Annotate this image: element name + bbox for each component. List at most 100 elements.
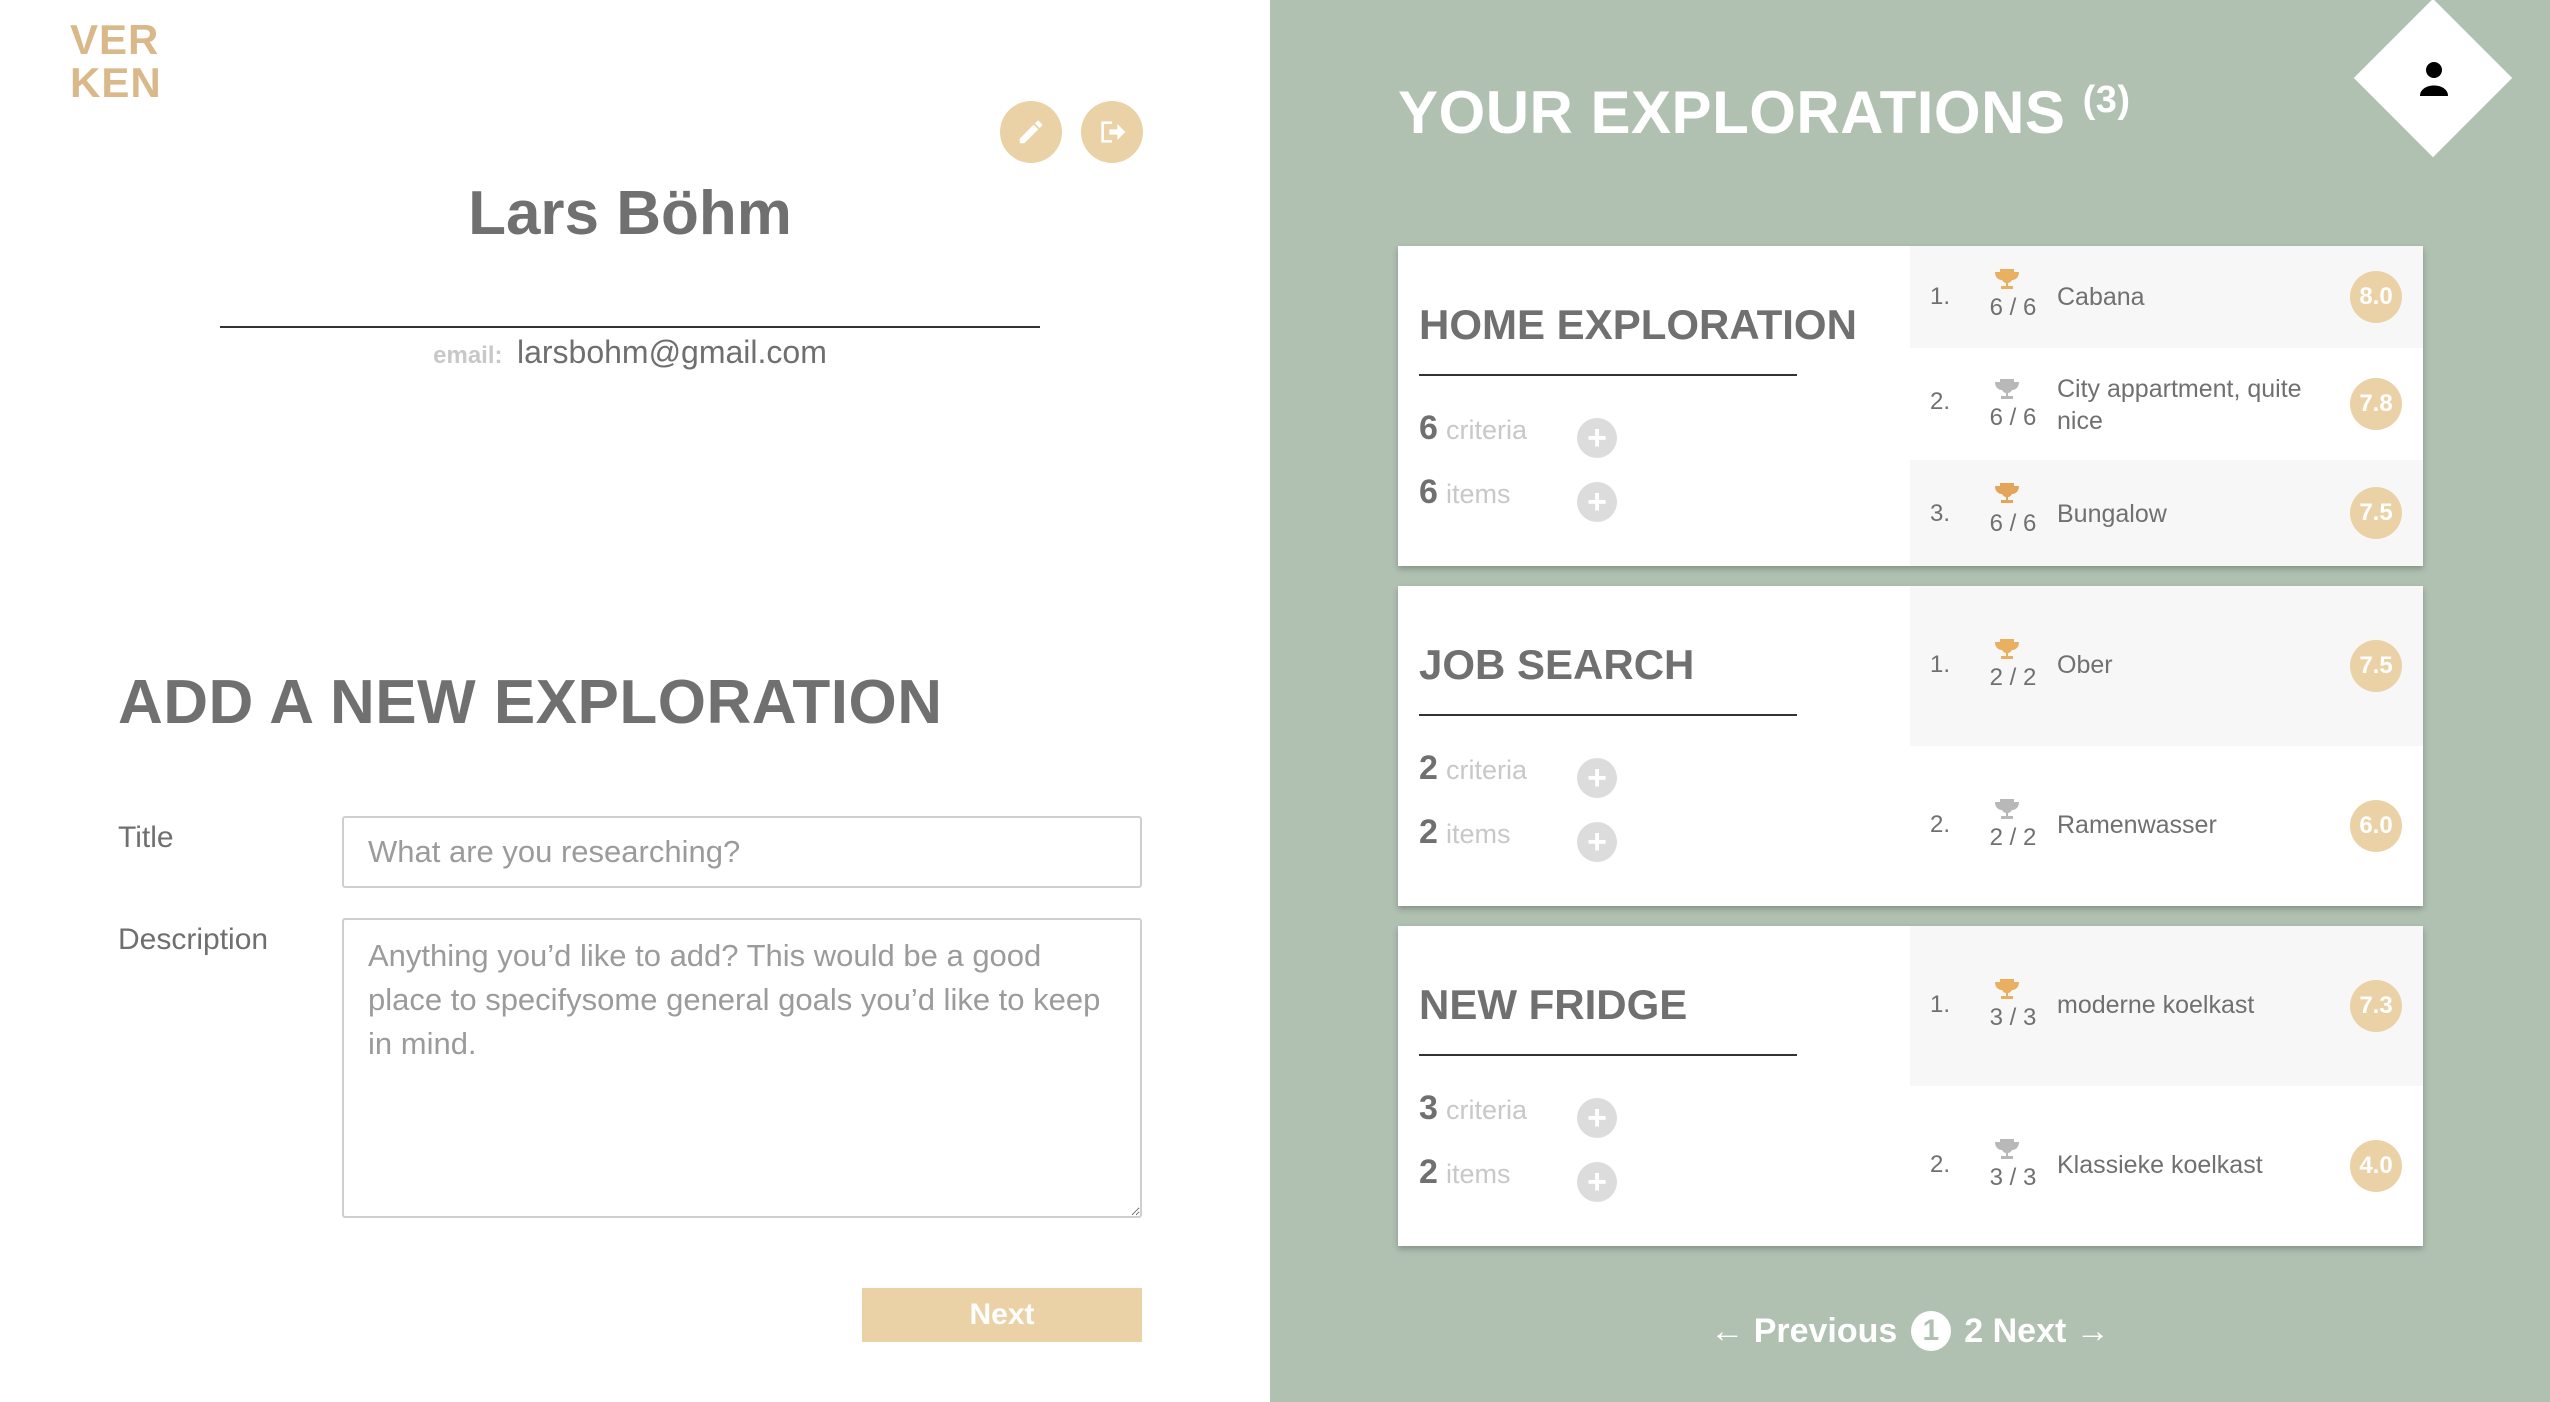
ranking-row[interactable]: 2. 6 / 6 City appartment, quite nice 7.8 — [1910, 348, 2423, 460]
trophy-icon — [1995, 483, 2019, 503]
add-criteria-button[interactable]: + — [1577, 1098, 1617, 1138]
card-title[interactable]: NEW FRIDGE — [1419, 981, 1687, 1029]
items-count: 2 — [1419, 813, 1438, 851]
criteria-score: 2 / 2 — [1989, 664, 2037, 691]
criteria-score: 3 / 3 — [1989, 1164, 2037, 1191]
items-stat: 6 items — [1419, 473, 1511, 512]
profile-divider — [220, 326, 1040, 328]
rating-badge: 7.5 — [2350, 640, 2402, 692]
trophy-icon — [1995, 1139, 2019, 1159]
criteria-label: criteria — [1446, 415, 1528, 445]
previous-page-link[interactable]: ← Previous — [1710, 1312, 1897, 1351]
ranking-list: 1. 3 / 3 moderne koelkast 7.3 2. 3 / 3 K… — [1910, 926, 2423, 1246]
rank-number: 3. — [1930, 500, 1951, 527]
trophy-icon — [1995, 639, 2019, 659]
logo-line1: VER — [70, 16, 160, 63]
title-label: Title — [118, 821, 174, 854]
trophy-icon — [1995, 379, 2019, 399]
rating-badge: 7.5 — [2350, 487, 2402, 539]
criteria-score: 6 / 6 — [1989, 294, 2037, 321]
title-input[interactable] — [342, 816, 1142, 888]
ranking-row[interactable]: 1. 2 / 2 Ober 7.5 — [1910, 586, 2423, 746]
ranking-row[interactable]: 2. 2 / 2 Ramenwasser 6.0 — [1910, 746, 2423, 906]
items-label: items — [1446, 819, 1511, 849]
next-page-link[interactable]: Next → — [1993, 1312, 2110, 1351]
item-name: Cabana — [2057, 283, 2145, 311]
card-summary: NEW FRIDGE 3 criteria + 2 items + — [1398, 926, 1910, 1246]
next-button[interactable]: Next — [862, 1288, 1142, 1342]
email-value: larsbohm@gmail.com — [516, 334, 827, 370]
items-stat: 2 items — [1419, 813, 1511, 852]
item-name: Ramenwasser — [2057, 811, 2217, 839]
criteria-stat: 6 criteria — [1419, 409, 1527, 448]
criteria-score: 3 / 3 — [1989, 1004, 2037, 1031]
item-name: City appartment, quite nice — [2057, 375, 2302, 435]
item-name: Klassieke koelkast — [2057, 1151, 2263, 1179]
ranking-list: 1. 6 / 6 Cabana 8.0 2. 6 / 6 City appart… — [1910, 246, 2423, 566]
rank-number: 1. — [1930, 651, 1951, 678]
email-label: email: — [433, 342, 503, 369]
verken-logo[interactable]: VER KEN — [70, 18, 170, 108]
ranking-row[interactable]: 2. 3 / 3 Klassieke koelkast 4.0 — [1910, 1086, 2423, 1246]
rating-badge: 7.8 — [2350, 378, 2402, 430]
item-name: Bungalow — [2057, 500, 2167, 528]
rating-badge: 6.0 — [2350, 800, 2402, 852]
item-name: Ober — [2057, 651, 2113, 679]
criteria-label: criteria — [1446, 755, 1528, 785]
rating-badge: 8.0 — [2350, 271, 2402, 323]
trophy-icon — [1995, 799, 2019, 819]
criteria-score: 2 / 2 — [1989, 824, 2037, 851]
card-divider — [1419, 1054, 1797, 1056]
exploration-card[interactable]: NEW FRIDGE 3 criteria + 2 items + 1. 3 /… — [1398, 926, 2423, 1246]
card-title[interactable]: HOME EXPLORATION — [1419, 301, 1857, 349]
exploration-card[interactable]: JOB SEARCH 2 criteria + 2 items + 1. 2 /… — [1398, 586, 2423, 906]
explorations-heading-text: YOUR EXPLORATIONS — [1398, 79, 2066, 146]
add-exploration-heading: ADD A NEW EXPLORATION — [118, 668, 943, 737]
exploration-card[interactable]: HOME EXPLORATION 6 criteria + 6 items + … — [1398, 246, 2423, 566]
pagination: ← Previous 1 2 Next → — [1270, 1310, 2550, 1352]
trophy-icon — [1995, 269, 2019, 289]
email-row: email: larsbohm@gmail.com — [250, 334, 1010, 371]
add-criteria-button[interactable]: + — [1577, 758, 1617, 798]
criteria-count: 3 — [1419, 1089, 1438, 1127]
criteria-stat: 3 criteria — [1419, 1089, 1527, 1128]
logout-button[interactable] — [1081, 101, 1143, 163]
add-item-button[interactable]: + — [1577, 482, 1617, 522]
add-item-button[interactable]: + — [1577, 822, 1617, 862]
user-icon[interactable] — [2420, 60, 2448, 96]
rank-number: 2. — [1930, 388, 1951, 415]
items-count: 2 — [1419, 1153, 1438, 1191]
ranking-row[interactable]: 1. 3 / 3 moderne koelkast 7.3 — [1910, 926, 2423, 1086]
description-label: Description — [118, 923, 269, 956]
criteria-score: 6 / 6 — [1989, 404, 2037, 431]
page-2-link[interactable]: 2 — [1964, 1312, 1983, 1351]
criteria-stat: 2 criteria — [1419, 749, 1527, 788]
ranking-row[interactable]: 3. 6 / 6 Bungalow 7.5 — [1910, 460, 2423, 566]
rating-badge: 7.3 — [2350, 980, 2402, 1032]
edit-profile-button[interactable] — [1000, 101, 1062, 163]
trophy-icon — [1995, 979, 2019, 999]
item-name: moderne koelkast — [2057, 991, 2255, 1019]
logo-line2: KEN — [70, 59, 162, 106]
pencil-icon — [1019, 120, 1043, 144]
items-label: items — [1446, 479, 1511, 509]
card-divider — [1419, 374, 1797, 376]
criteria-score: 6 / 6 — [1989, 510, 2037, 537]
items-stat: 2 items — [1419, 1153, 1511, 1192]
card-title[interactable]: JOB SEARCH — [1419, 641, 1694, 689]
ranking-row[interactable]: 1. 6 / 6 Cabana 8.0 — [1910, 246, 2423, 348]
rank-number: 2. — [1930, 811, 1951, 838]
explorations-count: (3) — [2082, 79, 2131, 121]
rating-badge: 4.0 — [2350, 1140, 2402, 1192]
ranking-list: 1. 2 / 2 Ober 7.5 2. 2 / 2 Ramenwasser 6… — [1910, 586, 2423, 906]
explorations-heading: YOUR EXPLORATIONS (3) — [1398, 78, 2131, 147]
page-1-link[interactable]: 1 — [1910, 1311, 1951, 1352]
description-textarea[interactable] — [342, 918, 1142, 1218]
add-item-button[interactable]: + — [1577, 1162, 1617, 1202]
items-label: items — [1446, 1159, 1511, 1189]
rank-number: 2. — [1930, 1151, 1951, 1178]
profile-panel: VER KEN Lars Böhm email: larsbohm@gmail.… — [0, 0, 1270, 1402]
add-criteria-button[interactable]: + — [1577, 418, 1617, 458]
items-count: 6 — [1419, 473, 1438, 511]
explorations-panel: YOUR EXPLORATIONS (3) HOME EXPLORATION 6… — [1270, 0, 2550, 1402]
